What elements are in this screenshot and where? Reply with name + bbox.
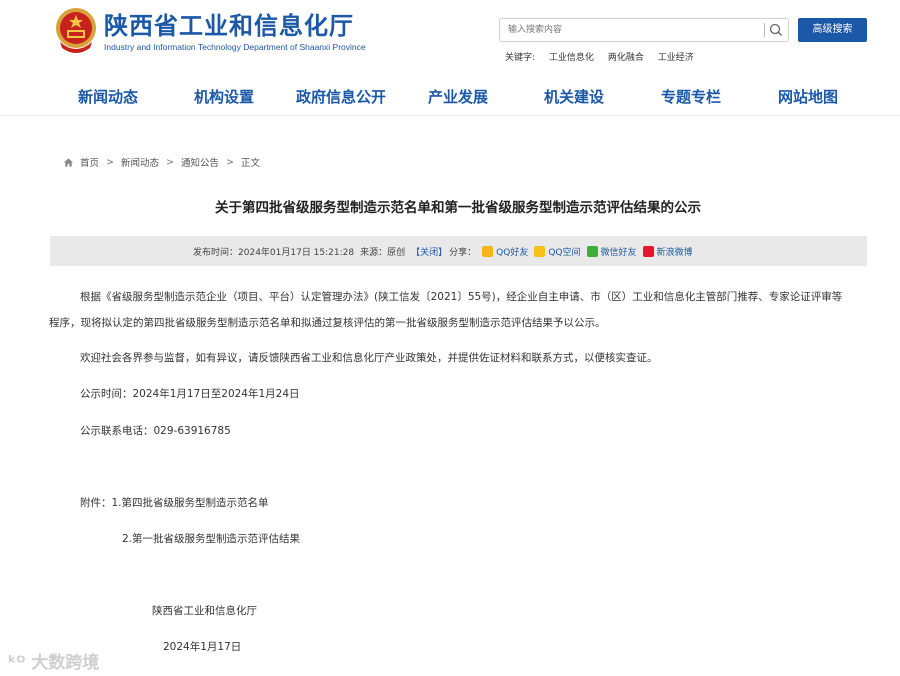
share-wechat-label: 微信好友: [600, 248, 637, 258]
qq-icon: [482, 246, 494, 257]
site-name[interactable]: 陕西省工业和信息化厅: [104, 6, 354, 41]
nav-item-topics[interactable]: 专题专栏: [661, 86, 721, 107]
nav-item-organization[interactable]: 机构设置: [194, 86, 254, 107]
keyword-link[interactable]: 两化融合: [608, 53, 644, 63]
share-qq-zone-label: QQ空间: [548, 248, 581, 258]
publish-time-label: 发布时间：: [193, 248, 239, 258]
national-emblem-icon: [56, 8, 96, 53]
breadcrumb-notices[interactable]: 通知公告: [181, 155, 219, 169]
publish-time: 2024年01月17日 15:21:28: [238, 248, 355, 258]
watermark-logo-icon: ᵏᴼ: [8, 653, 26, 673]
share-wechat[interactable]: 微信好友: [586, 245, 637, 258]
breadcrumb-home[interactable]: 首页: [80, 155, 99, 169]
share-qq-friend[interactable]: QQ好友: [482, 245, 528, 258]
nav-item-gov-info[interactable]: 政府信息公开: [296, 86, 386, 107]
article-title: 关于第四批省级服务型制造示范名单和第一批省级服务型制造示范评估结果的公示: [215, 200, 701, 216]
nav-item-sitemap[interactable]: 网站地图: [778, 86, 838, 107]
source-label: 来源：: [360, 248, 388, 258]
article-meta-bar: 发布时间： 2024年01月17日 15:21:28 来源： 原创 【关闭】 分…: [50, 236, 867, 266]
signature-date: 2024年1月17日: [163, 641, 242, 653]
search-divider: [764, 23, 765, 37]
weibo-icon: [642, 246, 654, 257]
keyword-link[interactable]: 工业经济: [658, 53, 694, 63]
breadcrumb-current: 正文: [240, 158, 260, 169]
article-paragraph: 根据《省级服务型制造示范企业（项目、平台）认定管理办法》(陕工信发〔2021〕5…: [80, 291, 843, 303]
article-paragraph: 程序，现将拟认定的第四批省级服务型制造示范名单和拟通过复核评估的第一批省级服务型…: [49, 317, 606, 329]
source-value: 原创: [387, 248, 406, 258]
watermark-text: 大数跨境: [31, 653, 100, 673]
search-icon[interactable]: [768, 22, 784, 38]
share-qq-zone[interactable]: QQ空间: [534, 245, 581, 258]
close-link[interactable]: 【关闭】: [411, 245, 447, 258]
qzone-icon: [534, 246, 546, 257]
contact-phone: 公示联系电话：029-63916785: [80, 425, 231, 437]
search-input[interactable]: [500, 19, 762, 41]
breadcrumb-separator: >: [166, 156, 174, 168]
share-qq-friend-label: QQ好友: [496, 248, 529, 258]
site-name-english: Industry and Information Technology Depa…: [104, 42, 366, 52]
nav-item-news[interactable]: 新闻动态: [78, 86, 138, 107]
wechat-icon: [586, 246, 598, 257]
nav-item-industry[interactable]: 产业发展: [428, 86, 488, 107]
share-weibo-label: 新浪微博: [656, 248, 693, 258]
breadcrumb-separator: >: [106, 156, 114, 168]
main-nav: 新闻动态 机构设置 政府信息公开 产业发展 机关建设 专题专栏 网站地图: [0, 72, 900, 116]
attachment-link[interactable]: 2.第一批省级服务型制造示范评估结果: [122, 526, 300, 552]
breadcrumb-news[interactable]: 新闻动态: [121, 155, 159, 169]
article-paragraph: 欢迎社会各界参与监督，如有异议，请反馈陕西省工业和信息化厅产业政策处，并提供佐证…: [80, 352, 658, 364]
breadcrumb-separator: >: [225, 156, 234, 168]
publicity-period: 公示时间：2024年1月17日至2024年1月24日: [80, 388, 300, 400]
breadcrumb: 首页 > 新闻动态 > 通知公告 > 正文: [63, 155, 260, 169]
keywords-bar: 关键字: 工业信息化 两化融合 工业经济: [505, 50, 705, 63]
keywords-label: 关键字:: [505, 53, 536, 63]
watermark: ᵏᴼ 大数跨境: [8, 648, 99, 673]
attachment-link[interactable]: 附件：1.第四批省级服务型制造示范名单: [80, 490, 269, 516]
nav-item-party-building[interactable]: 机关建设: [544, 86, 604, 107]
advanced-search-button[interactable]: 高级搜索: [798, 18, 867, 42]
share-weibo[interactable]: 新浪微博: [642, 245, 693, 258]
signature-org: 陕西省工业和信息化厅: [152, 605, 257, 617]
home-icon: [63, 157, 74, 167]
site-header: 陕西省工业和信息化厅 Industry and Information Tech…: [0, 0, 900, 70]
share-label: 分享：: [449, 248, 477, 258]
keyword-link[interactable]: 工业信息化: [549, 53, 594, 63]
search-box: [499, 18, 789, 42]
